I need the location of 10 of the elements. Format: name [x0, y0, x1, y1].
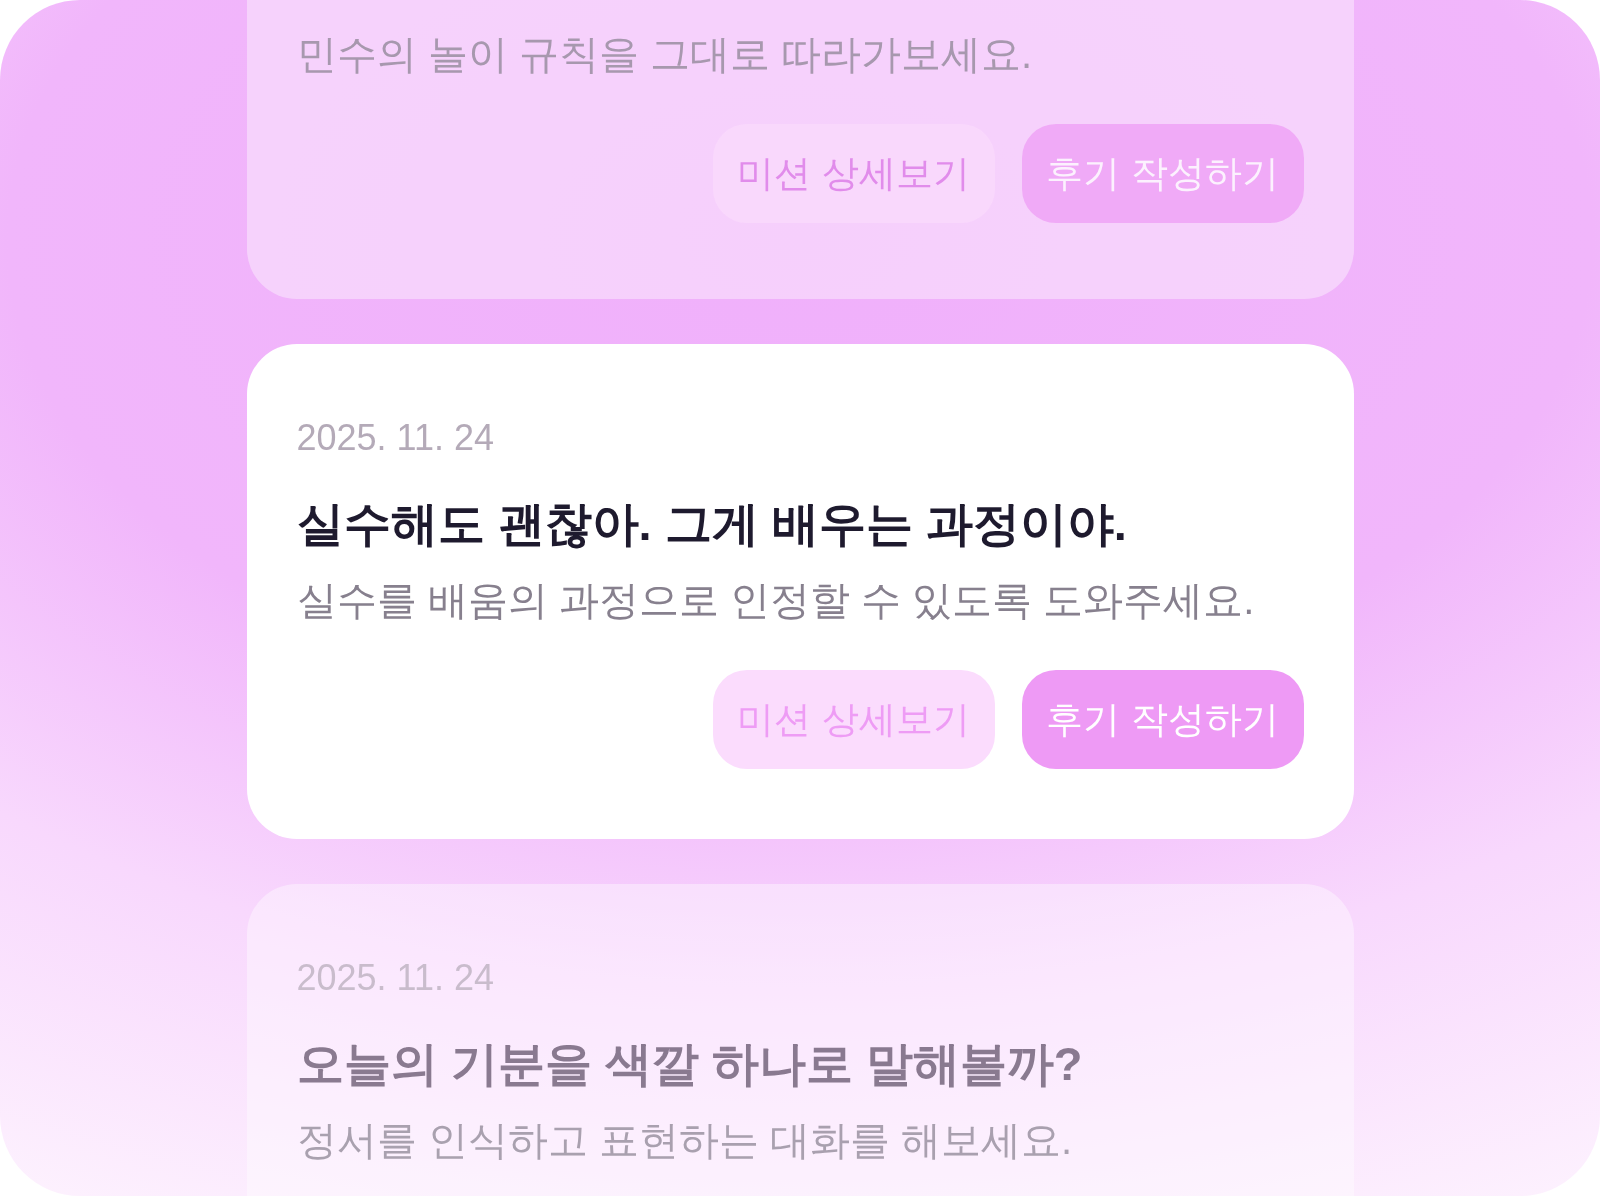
card-description: 정서를 인식하고 표현하는 대화를 해보세요.: [296, 1117, 1074, 1164]
date-label: 2025. 11. 24: [296, 416, 495, 460]
write-review-button[interactable]: 후기 작성하기: [1021, 670, 1304, 769]
card-description: 실수를 배움의 과정으로 인정할 수 있도록 도와주세요.: [296, 577, 1256, 624]
mission-detail-button[interactable]: 미션 상세보기: [712, 670, 995, 769]
mission-detail-button[interactable]: 미션 상세보기: [712, 124, 995, 223]
card-title: 실수해도 괜찮아. 그게 배우는 과정이야.: [296, 496, 1128, 552]
card-description: 민수의 놀이 규칙을 그대로 따라가보세요.: [296, 31, 1034, 78]
write-review-button[interactable]: 후기 작성하기: [1021, 124, 1304, 223]
card-title: 오늘의 기분을 색깔 하나로 말해볼까?: [296, 1036, 1084, 1092]
